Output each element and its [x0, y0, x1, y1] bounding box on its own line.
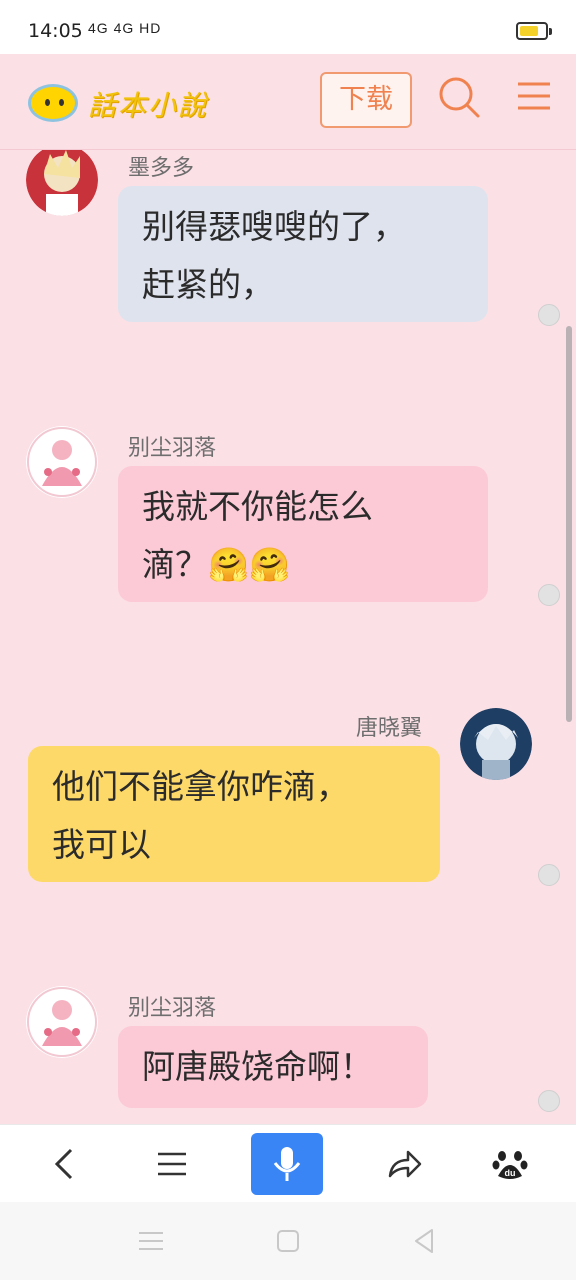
- app-name: 話本小說: [88, 89, 209, 122]
- status-bar: 14:05 4G 4G HD: [0, 0, 576, 54]
- status-time: 14:05: [28, 20, 83, 42]
- back-button[interactable]: [34, 1125, 94, 1203]
- message-bubble[interactable]: 我就不你能怎么 滴？🤗🤗: [118, 466, 488, 602]
- message-line: 赶紧的，: [142, 265, 274, 304]
- battery-icon: [516, 22, 552, 40]
- sender-name: 墨多多: [128, 156, 195, 181]
- battery-fill: [520, 26, 538, 36]
- scrollbar[interactable]: [566, 326, 572, 722]
- sender-name: 别尘羽落: [128, 436, 217, 461]
- menu-button[interactable]: [142, 1125, 202, 1203]
- message-bubble[interactable]: 他们不能拿你咋滴， 我可以: [28, 746, 440, 882]
- browser-toolbar: du: [0, 1124, 576, 1202]
- voice-search-button[interactable]: [251, 1133, 323, 1195]
- avatar[interactable]: [26, 986, 98, 1058]
- scroll-dot: [538, 584, 560, 606]
- menu-icon[interactable]: [514, 76, 554, 116]
- message-bubble[interactable]: 阿唐殿饶命啊！: [118, 1026, 428, 1108]
- download-button[interactable]: 下载: [320, 72, 412, 128]
- logo-bubble-icon: [28, 84, 78, 122]
- sender-name: 唐晓翼: [356, 716, 423, 741]
- message-line: 他们不能拿你咋滴，: [52, 767, 349, 806]
- home-icon[interactable]: [276, 1229, 300, 1253]
- svg-text:du: du: [505, 1168, 516, 1178]
- scroll-dot: [538, 864, 560, 886]
- avatar[interactable]: [460, 708, 532, 780]
- back-nav-icon[interactable]: [412, 1228, 436, 1254]
- recent-apps-icon[interactable]: [138, 1230, 164, 1252]
- message-line: 别得瑟嗖嗖的了，: [142, 207, 406, 246]
- message-line: 滴？🤗🤗: [142, 545, 291, 584]
- microphone-icon: [273, 1147, 301, 1181]
- network-indicator: 4G 4G HD: [88, 20, 162, 36]
- scroll-dot: [538, 1090, 560, 1112]
- message-line: 我就不你能怎么: [142, 487, 373, 526]
- menu-lines-icon: [158, 1152, 186, 1176]
- sender-name: 别尘羽落: [128, 996, 217, 1021]
- search-icon[interactable]: [436, 74, 482, 120]
- baidu-button[interactable]: du: [480, 1125, 540, 1203]
- system-nav-bar: [0, 1202, 576, 1280]
- scroll-dot: [538, 304, 560, 326]
- message-line: 阿唐殿饶命啊！: [142, 1047, 373, 1086]
- baidu-paw-icon: du: [492, 1151, 528, 1179]
- message-bubble[interactable]: 别得瑟嗖嗖的了， 赶紧的，: [118, 186, 488, 322]
- share-button[interactable]: [374, 1125, 434, 1203]
- avatar[interactable]: [26, 150, 98, 216]
- message-line: 我可以: [52, 825, 151, 864]
- chat-area[interactable]: 墨多多 别得瑟嗖嗖的了， 赶紧的， 别尘羽落 我就不你能怎么 滴？🤗🤗 唐晓翼 …: [0, 150, 576, 1124]
- avatar[interactable]: [26, 426, 98, 498]
- app-logo[interactable]: 話本小說: [24, 70, 234, 136]
- back-icon: [54, 1148, 73, 1180]
- share-icon: [388, 1150, 422, 1178]
- app-header: 話本小說 下载: [0, 54, 576, 150]
